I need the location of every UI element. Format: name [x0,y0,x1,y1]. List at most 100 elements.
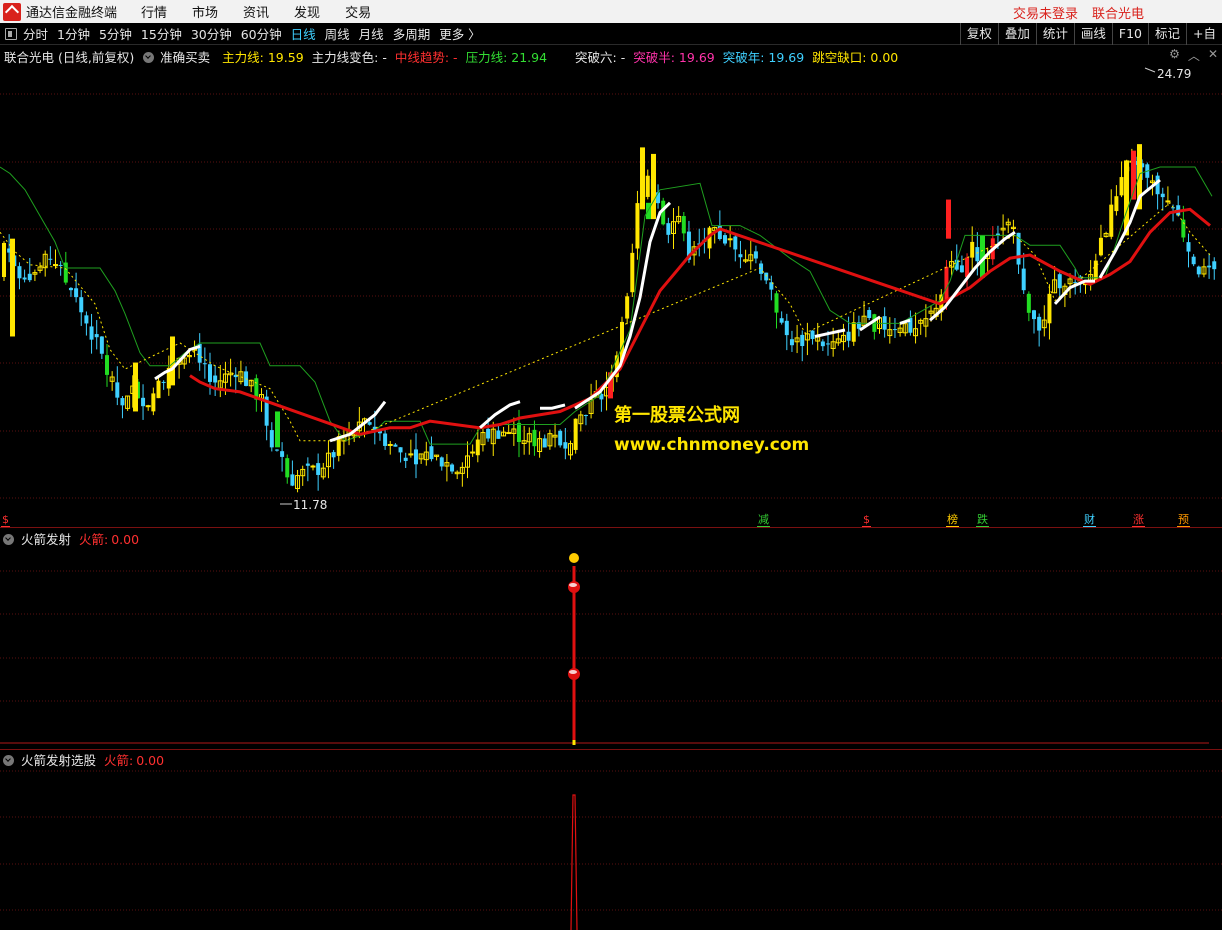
chart-tools: 复权 叠加 统计 画线 F10 标记 +自 [959,23,1222,45]
candlestick [145,404,151,411]
candlestick [851,312,856,346]
event-tag[interactable]: 榜 [946,513,959,527]
draw-button[interactable]: 画线 [1073,23,1112,45]
candlestick [892,318,897,339]
candlestick [568,440,573,460]
stock-name-link[interactable]: 联合光电 [1092,3,1144,22]
candlestick [429,436,434,462]
candlestick [794,324,800,354]
period-30min[interactable]: 30分钟 [191,24,232,43]
candlestick [800,330,805,362]
candlestick [552,423,558,448]
period-timeshare[interactable]: 分时 [23,24,48,43]
candlestick [651,153,656,220]
stats-button[interactable]: 统计 [1035,23,1074,45]
candlestick [496,425,501,439]
candlestick [310,464,316,471]
candlestick [1021,252,1026,295]
panel-divider[interactable] [0,749,1222,750]
candlestick [733,234,738,262]
candlestick [84,311,89,336]
candlestick [170,336,175,386]
period-weekly[interactable]: 周线 [325,24,350,43]
title-bar: 通达信金融终端 行情 市场 资讯 发现 交易 交易未登录 联合光电 [0,0,1222,23]
candlestick [1026,291,1031,322]
candlestick [459,462,465,487]
candlestick [547,429,553,450]
period-monthly[interactable]: 月线 [359,24,384,43]
candlestick [393,443,398,447]
candlestick [532,420,537,456]
panel-divider[interactable] [0,527,1222,528]
menu-item-discover[interactable]: 发现 [294,2,320,21]
menu-item-news[interactable]: 资讯 [243,2,269,21]
candlestick [197,333,202,371]
menu-item-market[interactable]: 行情 [141,2,167,21]
candlestick [99,336,104,360]
candlestick [1155,172,1160,210]
period-multi[interactable]: 多周期 [393,24,431,43]
candlestick [774,290,779,329]
period-1min[interactable]: 1分钟 [57,24,90,43]
candlestick [861,301,867,327]
adjust-button[interactable]: 复权 [959,23,998,45]
candlestick [965,253,970,289]
rocket-screener-chart[interactable] [0,765,1222,930]
candlestick [450,463,455,474]
candlestick [1191,254,1196,267]
candlestick [238,360,244,385]
period-5min[interactable]: 5分钟 [99,24,132,43]
candlestick [1145,162,1150,191]
candlestick [305,457,310,482]
candlestick [970,226,975,272]
layout-toggle-icon[interactable] [5,27,17,40]
candlestick [913,312,919,344]
candlestick [120,396,125,419]
custom-button[interactable]: +自 [1186,23,1222,45]
period-more[interactable]: 更多 〉 [439,24,480,43]
rocket-indicator-chart[interactable] [0,544,1222,749]
candlestick [625,292,630,325]
candlestick [1109,189,1114,240]
candlestick [423,441,429,466]
candlestick-chart[interactable]: 24.79 11.78 [0,62,1222,527]
login-status-link[interactable]: 交易未登录 [1013,3,1078,22]
candlestick [882,307,887,338]
event-tag[interactable]: 预 [1177,513,1190,527]
candlestick [275,411,280,448]
period-15min[interactable]: 15分钟 [141,24,182,43]
main-dotted-line [0,202,1211,442]
low-marker: 11.78 [280,498,327,512]
overlay-button[interactable]: 叠加 [997,23,1036,45]
period-daily[interactable]: 日线 [291,24,316,43]
candlestick [254,374,259,412]
candlestick [42,250,48,277]
candlestick [444,453,450,482]
candlestick [635,190,640,260]
menu-item-markets[interactable]: 市场 [192,2,218,21]
candlestick [325,440,331,479]
event-tag[interactable]: 财 [1083,513,1096,527]
candlestick [233,367,238,394]
candlestick [454,470,460,480]
event-tag[interactable]: $ [1,513,10,527]
period-toolbar: 分时 1分钟 5分钟 15分钟 30分钟 60分钟 日线 周线 月线 多周期 更… [0,23,1222,45]
candlestick [1176,195,1181,217]
event-tag[interactable]: 涨 [1132,513,1145,527]
candlestick [990,226,995,265]
candlestick [274,449,279,452]
f10-button[interactable]: F10 [1111,23,1148,45]
period-60min[interactable]: 60分钟 [241,24,282,43]
event-tag[interactable]: 减 [757,513,770,527]
candlestick [94,320,99,350]
event-tag[interactable]: 跌 [976,513,989,527]
candlestick [779,311,784,325]
menu-item-trade[interactable]: 交易 [345,2,371,21]
candlestick [542,434,547,448]
candlestick [810,330,815,345]
mark-button[interactable]: 标记 [1148,23,1186,45]
candlestick [1201,258,1207,278]
candlestick [743,249,749,264]
candlestick [244,366,249,387]
event-tag[interactable]: $ [862,513,871,527]
